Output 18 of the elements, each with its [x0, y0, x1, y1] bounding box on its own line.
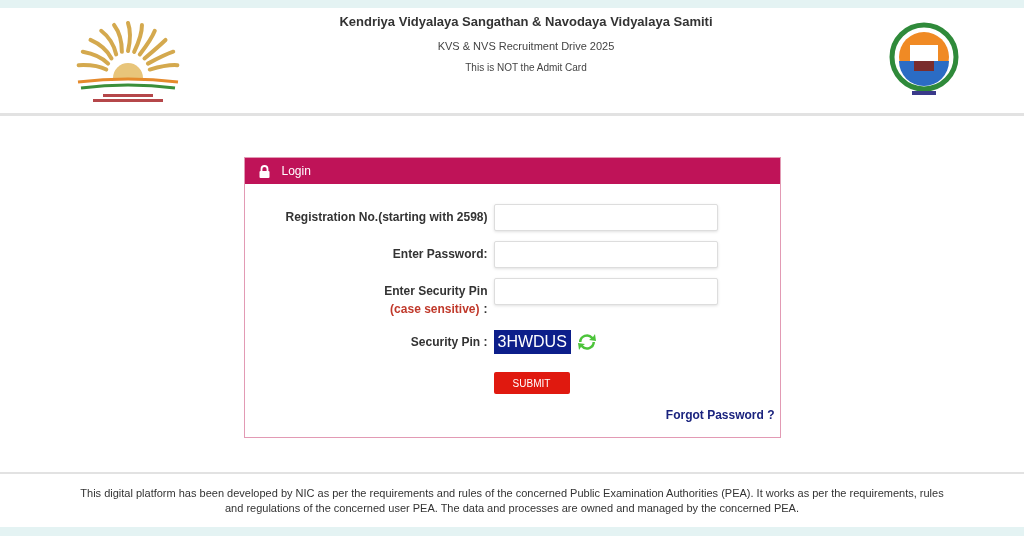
field-label: Registration No.(starting with 2598)	[285, 209, 488, 226]
site-title: Kendriya Vidyalaya Sangathan & Navodaya Vidyalaya Samiti	[339, 13, 713, 31]
admit-card-notice: This is NOT the Admit Card	[465, 61, 587, 75]
input-field[interactable]	[493, 241, 718, 268]
colon: :	[483, 301, 488, 318]
footer-text: This digital platform has been developed by NIC as per the requirements and rules of the concerned Public Examination Authorities (PEA). It works as per the requirements, rules and regulations of the concerned user PEA. The data and processes are owned and managed by the concerned PEA.	[79, 485, 945, 516]
panel-title: Login	[281, 163, 311, 180]
submit-button[interactable]: SUBMIT	[493, 372, 570, 394]
case-sensitive-note: (case sensitive)	[390, 301, 480, 318]
input-field[interactable]	[493, 204, 718, 231]
captcha-label: Security Pin :	[409, 334, 488, 351]
field-label: Enter Password:	[392, 246, 488, 263]
site-subtitle: KVS & NVS Recruitment Drive 2025	[437, 38, 615, 54]
forgot-password-link[interactable]: Forgot Password ?	[665, 406, 775, 424]
captcha-image: 3HWDUS	[493, 330, 571, 354]
input-field[interactable]	[493, 278, 718, 305]
field-label: Enter Security Pin	[384, 283, 488, 300]
lock-icon	[258, 164, 270, 178]
